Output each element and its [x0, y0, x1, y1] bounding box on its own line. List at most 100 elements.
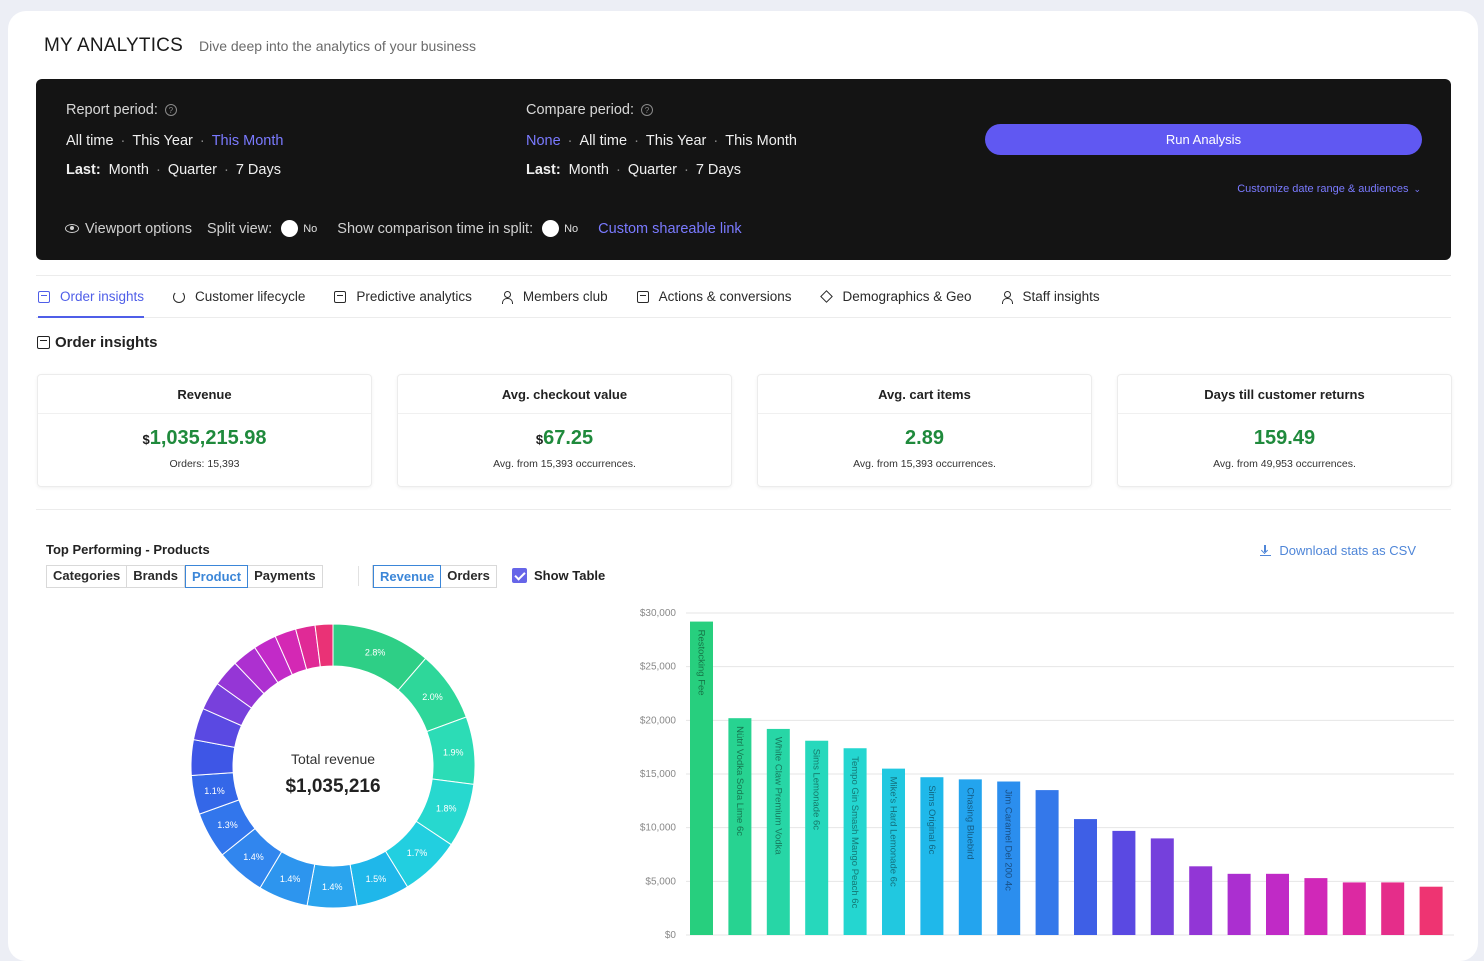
metric-segment: Revenue Orders: [372, 565, 497, 588]
separator-dot: ·: [683, 162, 689, 178]
divider: [358, 566, 359, 586]
y-tick-label: $10,000: [640, 823, 677, 834]
y-tick-label: $20,000: [640, 715, 677, 726]
tab-label: Predictive analytics: [356, 289, 472, 304]
donut-slice-label: 2.8%: [365, 648, 386, 658]
bar[interactable]: [1419, 886, 1443, 935]
period-option[interactable]: Month: [569, 162, 609, 178]
download-csv-link[interactable]: Download stats as CSV: [1260, 543, 1416, 558]
bar-label: Chasing Bluebird: [964, 787, 975, 859]
separator-dot: ·: [155, 162, 161, 178]
segment-option[interactable]: Orders: [441, 566, 496, 587]
compare-period-label: Compare period: ?: [526, 102, 653, 118]
bar[interactable]: [1381, 882, 1405, 935]
help-icon[interactable]: ?: [164, 104, 177, 116]
kpi-subtext: Avg. from 15,393 occurrences.: [853, 458, 996, 470]
bar-label: Sims Lemonade 6c: [811, 749, 822, 831]
last-label: Last:: [66, 162, 101, 178]
segment-option[interactable]: Brands: [127, 566, 185, 587]
period-option[interactable]: Quarter: [628, 162, 677, 178]
donut-slice-label: 1.8%: [436, 803, 457, 813]
bar[interactable]: [1304, 878, 1328, 935]
viewport-options-label[interactable]: Viewport options: [85, 221, 192, 237]
y-tick-label: $15,000: [640, 769, 677, 780]
run-analysis-button[interactable]: Run Analysis: [985, 124, 1422, 155]
comparison-split-toggle[interactable]: No: [542, 220, 578, 237]
period-option[interactable]: None: [526, 133, 561, 149]
shareable-link[interactable]: Custom shareable link: [598, 221, 741, 237]
top-performing-title: Top Performing - Products: [46, 542, 210, 557]
kpi-value: $1,035,215.98: [38, 427, 371, 450]
period-option[interactable]: 7 Days: [696, 162, 741, 178]
segment-option[interactable]: Product: [185, 565, 249, 588]
tab-customer-lifecycle[interactable]: Customer lifecycle: [173, 276, 305, 317]
period-option[interactable]: Quarter: [168, 162, 217, 178]
period-option[interactable]: This Year: [132, 133, 192, 149]
donut-center-value: $1,035,216: [285, 776, 380, 797]
kpi-card: Avg. cart items 2.89 Avg. from 15,393 occu…: [757, 374, 1092, 487]
split-view-toggle[interactable]: No: [281, 220, 317, 237]
bar[interactable]: [1189, 866, 1213, 935]
period-option[interactable]: All time: [580, 133, 628, 149]
tab-label: Demographics & Geo: [842, 289, 972, 304]
tab-staff-insights[interactable]: Staff insights: [1001, 276, 1100, 317]
kpi-currency: $: [142, 432, 150, 447]
period-option[interactable]: This Month: [212, 133, 284, 149]
pin-icon: [820, 291, 832, 303]
checkbox-icon: [512, 568, 527, 583]
bar[interactable]: [1342, 882, 1366, 935]
tab-order-insights[interactable]: Order insights: [38, 276, 145, 318]
segment-option[interactable]: Payments: [248, 566, 321, 587]
y-tick-label: $30,000: [640, 608, 677, 619]
person-icon: [1001, 290, 1013, 304]
period-option[interactable]: Month: [109, 162, 149, 178]
donut-slice-label: 1.9%: [443, 748, 464, 758]
help-icon[interactable]: ?: [641, 104, 653, 116]
page-title: MY ANALYTICS: [44, 35, 183, 56]
y-tick-label: $25,000: [640, 662, 677, 673]
report-period-label: Report period: ?: [66, 102, 177, 118]
box-icon: [636, 290, 649, 303]
refresh-icon: [173, 290, 186, 303]
segment-option[interactable]: Categories: [47, 566, 128, 587]
section-title: Order insights: [37, 334, 158, 351]
separator-dot: ·: [567, 133, 573, 149]
split-view-label: Split view:: [206, 220, 273, 237]
bar[interactable]: [1266, 873, 1289, 935]
separator-dot: ·: [223, 162, 229, 178]
page-subtitle: Dive deep into the analytics of your bus…: [198, 38, 477, 54]
bar[interactable]: [1112, 830, 1136, 935]
tab-actions-conversions[interactable]: Actions & conversions: [636, 276, 791, 317]
bar[interactable]: [1150, 838, 1174, 935]
tab-predictive-analytics[interactable]: Predictive analytics: [334, 276, 472, 317]
comparison-split-label: Show comparison time in split:: [337, 220, 534, 237]
tab-members-club[interactable]: Members club: [501, 276, 608, 317]
donut-slice-label: 1.5%: [366, 874, 387, 884]
comparison-split-value: No: [564, 222, 579, 235]
period-option[interactable]: 7 Days: [236, 162, 281, 178]
bar[interactable]: [1227, 873, 1251, 935]
period-panel: Report period: ? All time · This Year · This…: [36, 79, 1451, 260]
report-last-options: Last: Month · Quarter · 7 Days: [66, 162, 281, 178]
donut-slice-label: 2.0%: [422, 692, 443, 702]
donut-slice-label: 1.4%: [280, 874, 301, 884]
last-label: Last:: [526, 162, 561, 178]
bar[interactable]: [1035, 790, 1059, 935]
kpi-number: 67.25: [543, 427, 594, 449]
separator-dot: ·: [199, 133, 205, 149]
bar[interactable]: [1074, 819, 1097, 935]
segment-option[interactable]: Revenue: [373, 565, 442, 588]
donut-center-title: Total revenue: [291, 751, 375, 767]
period-option[interactable]: All time: [66, 133, 114, 149]
period-option[interactable]: This Year: [646, 133, 706, 149]
period-option[interactable]: This Month: [725, 133, 797, 149]
tab-demographics-geo[interactable]: Demographics & Geo: [820, 276, 971, 317]
kpi-title: Avg. checkout value: [398, 375, 731, 414]
kpi-number: 2.89: [905, 427, 944, 449]
separator-dot: ·: [634, 133, 639, 149]
bar-label: Tempo Gin Smash Mango Peach 6c: [849, 756, 860, 908]
kpi-title: Avg. cart items: [758, 375, 1091, 414]
show-table-checkbox[interactable]: Show Table: [512, 568, 605, 583]
kpi-number: 159.49: [1253, 427, 1316, 449]
customize-link[interactable]: Customize date range & audiences ⌄: [1237, 183, 1421, 195]
